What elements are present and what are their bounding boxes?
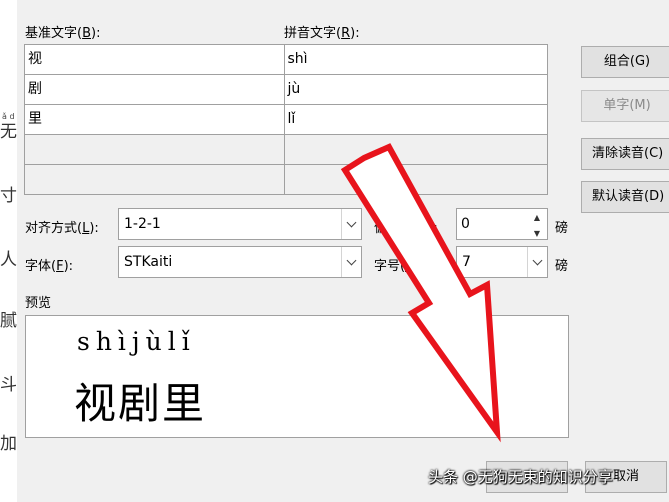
offset-spinner[interactable]: 0 ▲ ▼ bbox=[456, 208, 548, 240]
alignment-value: 1-2-1 bbox=[124, 216, 161, 232]
grid-row bbox=[25, 135, 548, 165]
group-button[interactable]: 组合(G) bbox=[581, 46, 669, 78]
offset-label: 偏移量(O): bbox=[374, 221, 438, 236]
watermark-text: 头条 @无狗无束的知识分享 bbox=[428, 468, 613, 486]
size-select[interactable]: 7 bbox=[456, 246, 548, 278]
base-text-cell[interactable]: 里 bbox=[25, 105, 285, 135]
offset-value: 0 bbox=[461, 216, 470, 232]
doc-char: 腻, bbox=[0, 311, 17, 331]
base-text-cell[interactable]: 视 bbox=[25, 45, 285, 75]
pinyin-text-cell[interactable]: lǐ bbox=[284, 105, 548, 135]
font-label: 字体(F): bbox=[25, 259, 74, 274]
grid-row: 里 lǐ bbox=[25, 105, 548, 135]
spin-down-icon[interactable]: ▼ bbox=[528, 225, 546, 241]
chevron-down-icon[interactable] bbox=[341, 209, 361, 239]
doc-char: 无 bbox=[0, 122, 17, 142]
alignment-label: 对齐方式(L): bbox=[25, 221, 99, 236]
chevron-down-icon[interactable] bbox=[341, 247, 361, 277]
doc-char: 斗 bbox=[0, 375, 17, 395]
phonetic-guide-dialog: 基准文字(B): 拼音文字(R): 视 shì 剧 jù 里 lǐ 组合(G) … bbox=[17, 0, 669, 502]
document-background: ǎ d 无 寸 人 腻, 斗 加, bbox=[0, 0, 17, 502]
spin-up-icon[interactable]: ▲ bbox=[528, 209, 546, 225]
default-reading-button[interactable]: 默认读音(D) bbox=[581, 181, 669, 213]
offset-spin-buttons: ▲ ▼ bbox=[528, 209, 546, 241]
clear-reading-button[interactable]: 清除读音(C) bbox=[581, 138, 669, 170]
preview-label: 预览 bbox=[25, 296, 52, 311]
chevron-down-icon[interactable] bbox=[527, 247, 547, 277]
font-select[interactable]: STKaiti bbox=[118, 246, 362, 278]
pinyin-text-cell[interactable]: jù bbox=[284, 75, 548, 105]
doc-char: 寸 bbox=[0, 186, 17, 206]
grid-row: 视 shì bbox=[25, 45, 548, 75]
offset-unit-label: 磅 bbox=[555, 221, 569, 236]
doc-char: 人 bbox=[0, 250, 17, 270]
font-value: STKaiti bbox=[124, 254, 173, 270]
base-text-label: 基准文字(B): bbox=[25, 26, 101, 41]
pinyin-text-cell[interactable]: shì bbox=[284, 45, 548, 75]
pinyin-text-cell bbox=[284, 135, 548, 165]
grid-row: 剧 jù bbox=[25, 75, 548, 105]
pinyin-text-label: 拼音文字(R): bbox=[284, 26, 360, 41]
size-value: 7 bbox=[462, 254, 471, 270]
phonetic-grid: 视 shì 剧 jù 里 lǐ bbox=[24, 44, 548, 195]
base-text-cell bbox=[25, 165, 285, 195]
preview-hanzi: 视剧里 bbox=[74, 379, 207, 428]
size-label: 字号(S): bbox=[374, 259, 423, 274]
preview-pinyin: shìjùlǐ bbox=[77, 327, 196, 356]
doc-char: 加, bbox=[0, 434, 17, 454]
grid-row bbox=[25, 165, 548, 195]
doc-small-text: ǎ d bbox=[2, 112, 15, 121]
base-text-cell[interactable]: 剧 bbox=[25, 75, 285, 105]
size-unit-label: 磅 bbox=[555, 259, 569, 274]
base-text-cell bbox=[25, 135, 285, 165]
single-char-button[interactable]: 单字(M) bbox=[581, 90, 669, 122]
preview-box: shìjùlǐ 视剧里 bbox=[25, 315, 569, 438]
alignment-select[interactable]: 1-2-1 bbox=[118, 208, 362, 240]
pinyin-text-cell bbox=[284, 165, 548, 195]
